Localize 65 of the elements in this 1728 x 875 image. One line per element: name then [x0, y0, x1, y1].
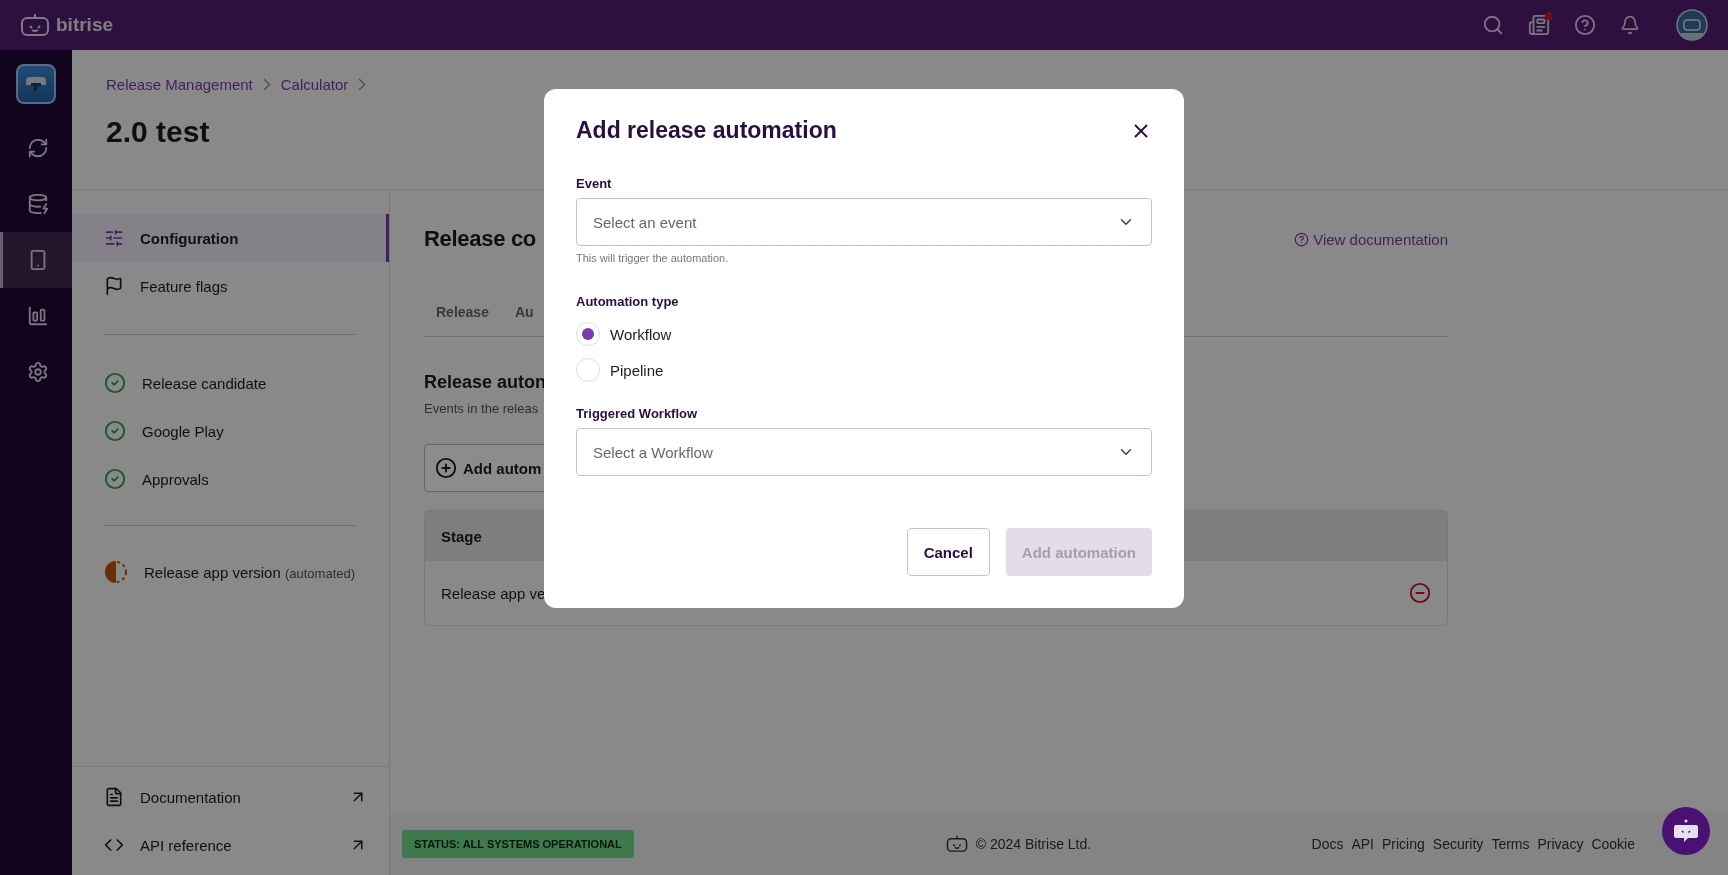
rail-item[interactable]: [0, 232, 72, 288]
footer-link[interactable]: API: [1351, 835, 1374, 852]
footer-link[interactable]: Security: [1432, 835, 1484, 852]
field-hint: This will trigger the automation.: [576, 252, 730, 264]
field-label: Event: [576, 176, 613, 191]
stage-label[interactable]: Release app version (automated): [144, 563, 356, 581]
event-select[interactable]: Select an event: [576, 198, 1152, 246]
sidebar-item[interactable]: Configuration: [72, 214, 389, 262]
footer-link[interactable]: Pricing: [1382, 835, 1425, 852]
footer-link[interactable]: Privacy: [1537, 835, 1584, 852]
chevron-right-icon: [262, 78, 271, 91]
footer-link[interactable]: Docs: [1311, 835, 1344, 852]
field-label: Automation type: [576, 294, 680, 309]
copyright-text: © 2024 Bitrise Ltd.: [975, 835, 1092, 852]
table-cell-text: Release app ve: [441, 584, 547, 602]
dialog-title: Add release automation: [576, 117, 837, 144]
chat-bubble-icon: [1673, 819, 1699, 843]
document-icon: [104, 787, 124, 807]
footer-link[interactable]: Cookie: [1591, 835, 1635, 852]
stage-label[interactable]: Release candidate: [142, 374, 267, 392]
notifications-button[interactable]: [1620, 15, 1640, 35]
sidebar-link[interactable]: API reference: [72, 821, 389, 869]
database-icon: [26, 193, 49, 215]
page-title: 2.0 test: [106, 115, 210, 149]
stage-label[interactable]: Google Play: [142, 422, 224, 440]
tab[interactable]: Au: [502, 290, 546, 336]
check-circle-icon: [104, 372, 126, 394]
settings-icon: [26, 361, 49, 383]
documentation-link[interactable]: View documentation: [1294, 230, 1448, 248]
cancel-button[interactable]: Cancel: [906, 528, 990, 576]
remove-icon[interactable]: [1409, 582, 1431, 604]
sidebar-link[interactable]: Documentation: [72, 773, 389, 821]
status-badge[interactable]: STATUS: ALL SYSTEMS OPERATIONAL: [402, 829, 634, 858]
bitrise-logo-icon: [945, 834, 968, 853]
search-button[interactable]: [1482, 14, 1504, 36]
workflow-select[interactable]: Select a Workflow: [576, 428, 1152, 476]
radio-option[interactable]: Pipeline: [576, 352, 1152, 388]
help-button[interactable]: [1574, 14, 1596, 36]
bitrise-logo-icon: [20, 13, 50, 37]
column-header: Stage: [441, 527, 482, 545]
stage-label[interactable]: Approvals: [142, 470, 209, 488]
half-circle-icon: [104, 560, 128, 584]
app-icon[interactable]: [16, 64, 56, 104]
plus-icon: [435, 457, 457, 479]
sidebar-item[interactable]: Feature flags: [72, 262, 389, 310]
check-circle-icon: [104, 420, 126, 442]
section-heading: Release co: [424, 226, 536, 252]
footer-link[interactable]: Terms: [1491, 835, 1530, 852]
brand-name: bitrise: [56, 14, 114, 36]
chart-icon: [26, 305, 49, 327]
sliders-icon: [104, 228, 124, 248]
help-icon: [1294, 231, 1310, 247]
chevron-right-icon: [358, 78, 367, 91]
flag-icon: [104, 276, 124, 296]
check-circle-icon: [104, 468, 126, 490]
tab[interactable]: Release: [424, 290, 501, 336]
breadcrumb-link[interactable]: Calculator: [280, 76, 349, 93]
radio-option[interactable]: Workflow: [576, 316, 1152, 352]
avatar[interactable]: [1676, 9, 1708, 41]
field-label: Triggered Workflow: [576, 406, 699, 421]
refresh-icon: [26, 137, 49, 159]
subsection-description: Events in the releas: [424, 401, 539, 416]
subsection-title: Release auton: [424, 372, 547, 393]
breadcrumb-link[interactable]: Release Management: [106, 76, 253, 93]
news-button[interactable]: [1528, 14, 1550, 36]
